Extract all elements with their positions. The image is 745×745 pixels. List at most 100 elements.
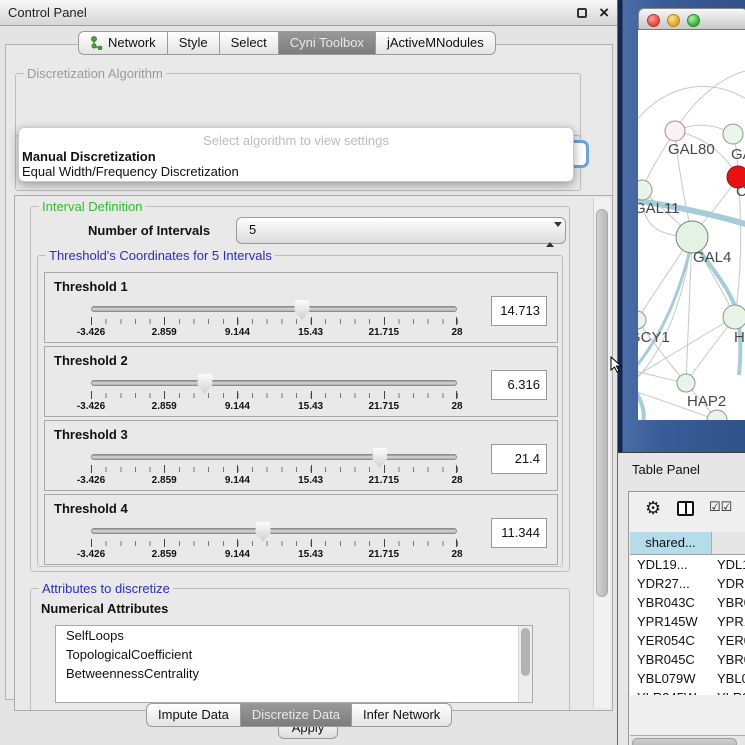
node-gal80[interactable]	[665, 121, 685, 141]
settings-scrollbar-thumb[interactable]	[596, 209, 608, 597]
tab-impute-data[interactable]: Impute Data	[146, 703, 241, 727]
node-label-cut-c: C	[736, 183, 745, 200]
major-tick	[311, 539, 312, 547]
table-cell-name[interactable]: YBR0	[712, 650, 745, 669]
table-cell-shared-name[interactable]: YDR27...	[630, 574, 712, 593]
number-of-intervals-combo[interactable]: 5	[236, 217, 566, 244]
threshold-1-value-field[interactable]: 14.713	[491, 296, 547, 326]
table-panel-body: ⚙ ☑☑ shared... n YDL19...YDL1YDR27...YDR…	[628, 491, 745, 745]
table-cell-name[interactable]: YBL0	[712, 669, 745, 688]
table-cell-shared-name[interactable]: YLR345W	[630, 688, 712, 695]
major-tick	[311, 391, 312, 399]
table-row[interactable]: YBR045CYBR0	[630, 650, 745, 669]
list-scrollbar-thumb[interactable]	[521, 628, 530, 676]
tab-jactivemnodules[interactable]: jActiveMNodules	[376, 31, 496, 55]
network-window-titlebar[interactable]	[638, 8, 745, 30]
table-cell-name[interactable]: YLR3	[712, 688, 745, 695]
numerical-attributes-list[interactable]: SelfLoopsTopologicalCoefficientBetweenne…	[55, 625, 533, 703]
threshold-4-value-field[interactable]: 11.344	[491, 518, 547, 548]
table-cell-name[interactable]: YDR2	[712, 574, 745, 593]
table-cell-shared-name[interactable]: YPR145W	[630, 612, 712, 631]
minimize-traffic-light-icon[interactable]	[667, 14, 680, 27]
table-cell-name[interactable]: YPR1	[712, 612, 745, 631]
threshold-1-slider[interactable]: -3.4262.8599.14415.4321.71528	[91, 306, 457, 312]
tab-cyni-toolbox[interactable]: Cyni Toolbox	[279, 31, 376, 55]
table-hscrollbar-thumb[interactable]	[632, 738, 737, 745]
table-cell-name[interactable]: YBR0	[712, 593, 745, 612]
node-hap2[interactable]	[677, 374, 695, 392]
close-traffic-light-icon[interactable]	[647, 14, 660, 27]
tab-style[interactable]: Style	[168, 31, 220, 55]
algorithm-dropdown-popup: Select algorithm to view settings Manual…	[18, 127, 574, 182]
tick-label: 21.715	[369, 327, 400, 338]
tick-label: 2.859	[152, 475, 177, 486]
table-panel-title: Table Panel	[632, 462, 700, 477]
threshold-2-slider[interactable]: -3.4262.8599.14415.4321.71528	[91, 380, 457, 386]
column-header-shared-name[interactable]: shared...	[630, 532, 712, 554]
tick-label: 2.859	[152, 549, 177, 560]
threshold-3-row: Threshold 3 -3.4262.8599.14415.4321.7152…	[44, 420, 558, 491]
algorithm-option-manual[interactable]: Manual Discretization	[22, 149, 156, 164]
slider-track[interactable]	[91, 306, 457, 312]
tick-label: 28	[451, 401, 462, 412]
attribute-list-item[interactable]: BetweennessCentrality	[56, 664, 532, 683]
threshold-4-slider[interactable]: -3.4262.8599.14415.4321.71528	[91, 528, 457, 534]
table-cell-name[interactable]: YDL1	[712, 555, 745, 574]
tick-label: -3.426	[77, 475, 105, 486]
float-panel-icon[interactable]	[577, 8, 587, 18]
tab-network[interactable]: Network	[78, 31, 168, 55]
table-row[interactable]: YLR345WYLR3	[630, 688, 745, 695]
tick-label: 28	[451, 327, 462, 338]
tab-select[interactable]: Select	[220, 31, 279, 55]
network-canvas[interactable]: GAL80 GA C GAL11 GAL4 GCY1 H HAP2	[638, 30, 745, 420]
node-right[interactable]	[723, 305, 745, 329]
settings-scrollbar[interactable]	[593, 198, 610, 708]
column-header-name[interactable]: n	[712, 532, 745, 554]
attribute-list-item[interactable]: SelfLoops	[56, 626, 532, 645]
table-row[interactable]: YDR27...YDR2	[630, 574, 745, 593]
node-top-right[interactable]	[723, 124, 743, 144]
number-of-intervals-label: Number of Intervals	[88, 223, 210, 238]
major-tick	[164, 539, 165, 547]
table-row[interactable]: YDL19...YDL1	[630, 555, 745, 574]
table-row[interactable]: YER054CYER0	[630, 631, 745, 650]
tab-discretize-data[interactable]: Discretize Data	[241, 703, 352, 727]
major-tick	[384, 391, 385, 399]
table-cell-shared-name[interactable]: YDL19...	[630, 555, 712, 574]
list-scrollbar[interactable]	[518, 626, 532, 702]
algorithm-option-equal-width[interactable]: Equal Width/Frequency Discretization	[22, 164, 239, 179]
table-cell-name[interactable]: YER0	[712, 631, 745, 650]
table-row[interactable]: YBL079WYBL0	[630, 669, 745, 688]
table-cell-shared-name[interactable]: YBR045C	[630, 650, 712, 669]
checkbox-checked-icons[interactable]: ☑☑	[709, 499, 732, 515]
combo-stepper-icon[interactable]	[546, 223, 555, 247]
slider-track[interactable]	[91, 528, 457, 534]
close-panel-icon[interactable]: ×	[599, 1, 609, 25]
split-columns-icon[interactable]	[677, 501, 694, 516]
table-hscrollbar[interactable]	[630, 735, 745, 745]
threshold-3-slider[interactable]: -3.4262.8599.14415.4321.71528	[91, 454, 457, 460]
attributes-group: Attributes to discretize Numerical Attri…	[30, 588, 570, 711]
discretization-algorithm-group-title: Discretization Algorithm	[24, 66, 166, 81]
threshold-3-value-field[interactable]: 21.4	[491, 444, 547, 474]
table-row[interactable]: YBR043CYBR0	[630, 593, 745, 612]
attribute-list-item[interactable]: TopologicalCoefficient	[56, 645, 532, 664]
table-cell-shared-name[interactable]: YER054C	[630, 631, 712, 650]
threshold-2-value-field[interactable]: 6.316	[491, 370, 547, 400]
major-tick	[456, 317, 457, 325]
window-title: Control Panel	[8, 0, 87, 25]
tick-label: 9.144	[225, 327, 250, 338]
tick-label: 9.144	[225, 475, 250, 486]
gear-icon[interactable]: ⚙	[645, 498, 661, 519]
slider-track[interactable]	[91, 380, 457, 386]
numerical-attributes-label: Numerical Attributes	[41, 601, 168, 616]
table-cell-shared-name[interactable]: YBL079W	[630, 669, 712, 688]
table-cell-shared-name[interactable]: YBR043C	[630, 593, 712, 612]
tab-style-label: Style	[179, 32, 208, 54]
zoom-traffic-light-icon[interactable]	[687, 14, 700, 27]
algorithm-hint-text: Select algorithm to view settings	[19, 133, 573, 148]
slider-track[interactable]	[91, 454, 457, 460]
tab-infer-network[interactable]: Infer Network	[352, 703, 452, 727]
table-row[interactable]: YPR145WYPR1	[630, 612, 745, 631]
node-gcy1[interactable]	[638, 311, 646, 329]
